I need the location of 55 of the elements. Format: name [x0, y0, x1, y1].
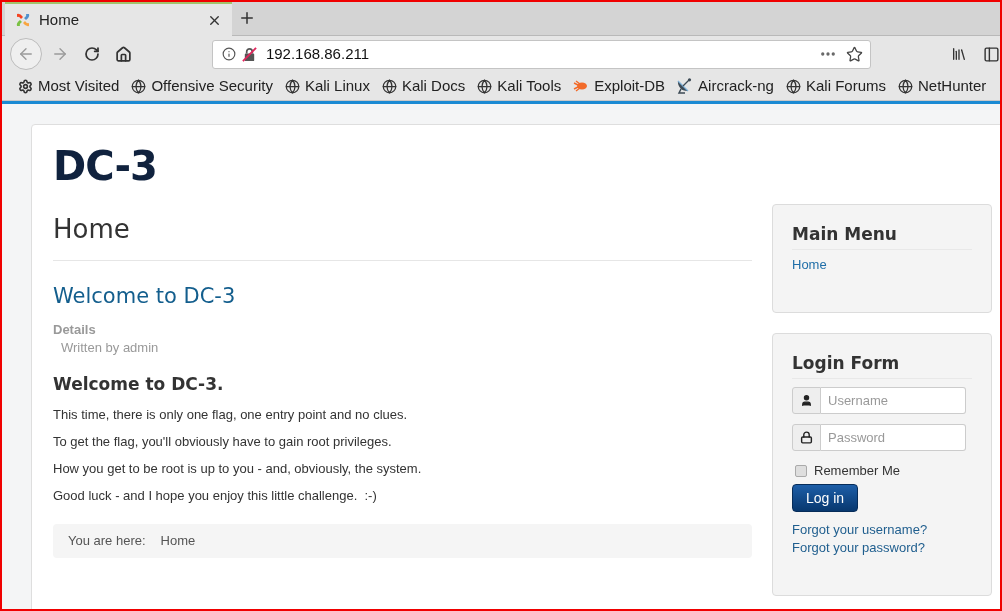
address-bar[interactable]: 192.168.86.211 [211, 39, 872, 69]
four-color-logo-icon [15, 12, 31, 28]
bookmark-item[interactable]: Kali Tools [477, 74, 562, 98]
browser-tab[interactable]: Home [5, 2, 232, 36]
author-text: Written by admin [61, 340, 160, 356]
menu-link[interactable]: Home [792, 257, 827, 273]
bookmark-item[interactable]: NetHunter [898, 74, 987, 98]
info-icon[interactable] [221, 47, 236, 61]
globe-icon [477, 78, 493, 94]
site-title: DC-3 [53, 142, 158, 190]
satellite-dish-icon [677, 78, 694, 94]
bug-icon [573, 80, 590, 92]
page-heading: Home [53, 214, 131, 245]
globe-icon [898, 78, 913, 94]
new-tab-icon[interactable] [238, 9, 256, 27]
reload-icon[interactable] [83, 46, 100, 62]
globe-icon [131, 78, 147, 94]
article-title-link[interactable]: Welcome to DC-3 [53, 282, 236, 310]
panel-title: Main Menu [792, 222, 972, 250]
breadcrumb-label: You are here: [68, 532, 146, 551]
star-icon[interactable] [846, 45, 864, 63]
breadcrumb-item: Home [160, 532, 196, 551]
bookmark-item[interactable]: Kali Docs [381, 74, 466, 98]
bookmark-item[interactable]: Aircrack-ng [677, 74, 774, 98]
article-heading: Welcome to DC-3. [53, 373, 225, 395]
paragraph: How you get to be root is up to you - and, obviously, the system. [53, 460, 423, 478]
globe-icon [381, 78, 397, 94]
panel-title: Login Form [792, 351, 972, 379]
globe-icon [284, 78, 300, 94]
password-field[interactable]: Password [821, 424, 966, 451]
sidebar-icon[interactable] [983, 45, 1000, 63]
url-text: 192.168.86.211 [265, 43, 371, 64]
bookmark-item[interactable]: Most Visited [18, 74, 120, 98]
globe-icon [785, 78, 801, 94]
forgot-link[interactable]: Forgot your password? [792, 539, 925, 557]
bookmark-item[interactable]: Kali Forums [785, 74, 886, 98]
bookmark-item[interactable]: Kali Linux [284, 74, 370, 98]
home-icon[interactable] [114, 45, 132, 63]
tab-title: Home [39, 9, 80, 30]
details-label: Details [53, 322, 97, 338]
user-icon [800, 394, 813, 407]
bookmark-item[interactable]: Offensive Security [131, 74, 273, 98]
gear-icon [18, 78, 33, 94]
remember-checkbox[interactable] [795, 464, 807, 477]
paragraph: To get the flag, you'll obviously have to gain root privileges. [53, 433, 393, 451]
paragraph: This time, there is only one flag, one entry point and no clues. [53, 406, 409, 424]
crossed-lock-icon [241, 46, 257, 62]
remember-label: Remember Me [814, 463, 900, 478]
login-button[interactable]: Log in [792, 484, 859, 512]
lock-icon [800, 431, 813, 444]
paragraph: Good luck - and I hope you enjoy this little challenge. :-) [53, 487, 378, 505]
forgot-link[interactable]: Forgot your username? [792, 521, 928, 539]
library-icon[interactable] [951, 46, 968, 62]
bookmark-item[interactable]: Exploit-DB [573, 74, 666, 98]
username-field[interactable]: Username [821, 387, 966, 414]
